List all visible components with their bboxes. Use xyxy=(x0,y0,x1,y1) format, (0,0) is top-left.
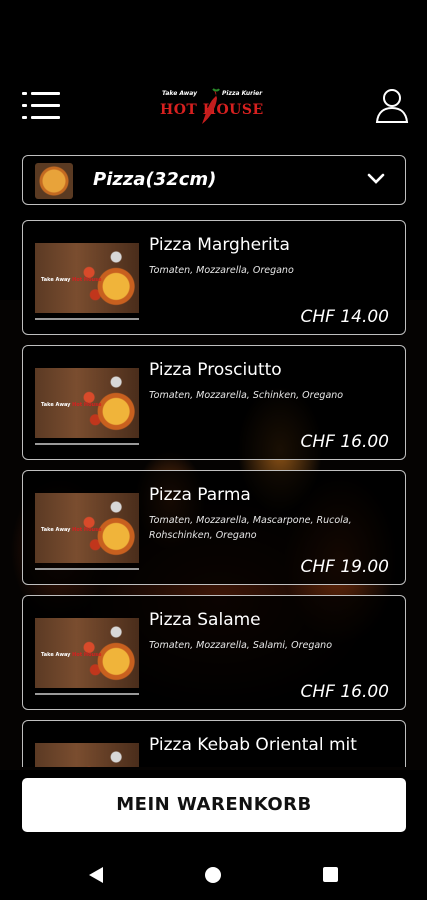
recent-apps-icon[interactable] xyxy=(323,867,338,882)
product-card[interactable]: Take Away Hot House Pizza Kebab Oriental… xyxy=(22,720,406,767)
product-card[interactable]: Take Away Hot House Pizza Prosciutto Tom… xyxy=(22,345,406,460)
home-icon[interactable] xyxy=(205,867,221,883)
user-icon[interactable] xyxy=(375,88,409,124)
product-image: Take Away Hot House xyxy=(35,243,139,313)
product-title: Pizza Margherita xyxy=(149,235,290,255)
category-dropdown[interactable]: Pizza(32cm) xyxy=(22,155,406,205)
chili-icon xyxy=(202,88,220,124)
product-description: Tomaten, Mozzarella, Schinken, Oregano xyxy=(149,390,344,401)
image-underline xyxy=(35,693,139,695)
product-image: Take Away Hot House xyxy=(35,493,139,563)
product-price: CHF 19.00 xyxy=(300,557,389,577)
product-title: Pizza Prosciutto xyxy=(149,360,282,380)
chevron-down-icon xyxy=(367,173,385,184)
product-image: Take Away Hot House xyxy=(35,618,139,688)
product-description: Tomaten, Mozzarella, Salami, Oregano xyxy=(149,640,333,651)
menu-icon[interactable] xyxy=(22,92,60,120)
product-card[interactable]: Take Away Hot House Pizza Parma Tomaten,… xyxy=(22,470,406,585)
category-label: Pizza(32cm) xyxy=(93,169,217,190)
product-title: Pizza Parma xyxy=(149,485,251,505)
hot-house-logo: Take Away Pizza Kurier HOT HOUSE xyxy=(158,86,270,130)
back-icon[interactable] xyxy=(88,866,104,884)
image-underline xyxy=(35,443,139,445)
logo-pizza-kurier: Pizza Kurier xyxy=(222,90,263,97)
product-price: CHF 16.00 xyxy=(300,682,389,702)
logo-take-away: Take Away xyxy=(162,90,198,97)
android-nav-bar xyxy=(0,850,427,900)
category-thumbnail xyxy=(35,163,73,199)
product-list[interactable]: Take Away Hot House Pizza Margherita Tom… xyxy=(22,220,406,767)
product-card[interactable]: Take Away Hot House Pizza Margherita Tom… xyxy=(22,220,406,335)
product-card[interactable]: Take Away Hot House Pizza Salame Tomaten… xyxy=(22,595,406,710)
cart-button[interactable]: MEIN WARENKORB xyxy=(22,778,406,832)
image-underline xyxy=(35,568,139,570)
product-price: CHF 14.00 xyxy=(300,307,389,327)
product-image: Take Away Hot House xyxy=(35,368,139,438)
app-header: Take Away Pizza Kurier HOT HOUSE xyxy=(0,78,427,134)
product-title: Pizza Kebab Oriental mit xyxy=(149,735,357,755)
product-description: Tomaten, Mozzarella, Oregano xyxy=(149,265,294,276)
product-title: Pizza Salame xyxy=(149,610,261,630)
product-description: Tomaten, Mozzarella, Mascarpone, Rucola,… xyxy=(149,515,352,541)
product-price: CHF 16.00 xyxy=(300,432,389,452)
image-underline xyxy=(35,318,139,320)
product-image: Take Away Hot House xyxy=(35,743,139,767)
